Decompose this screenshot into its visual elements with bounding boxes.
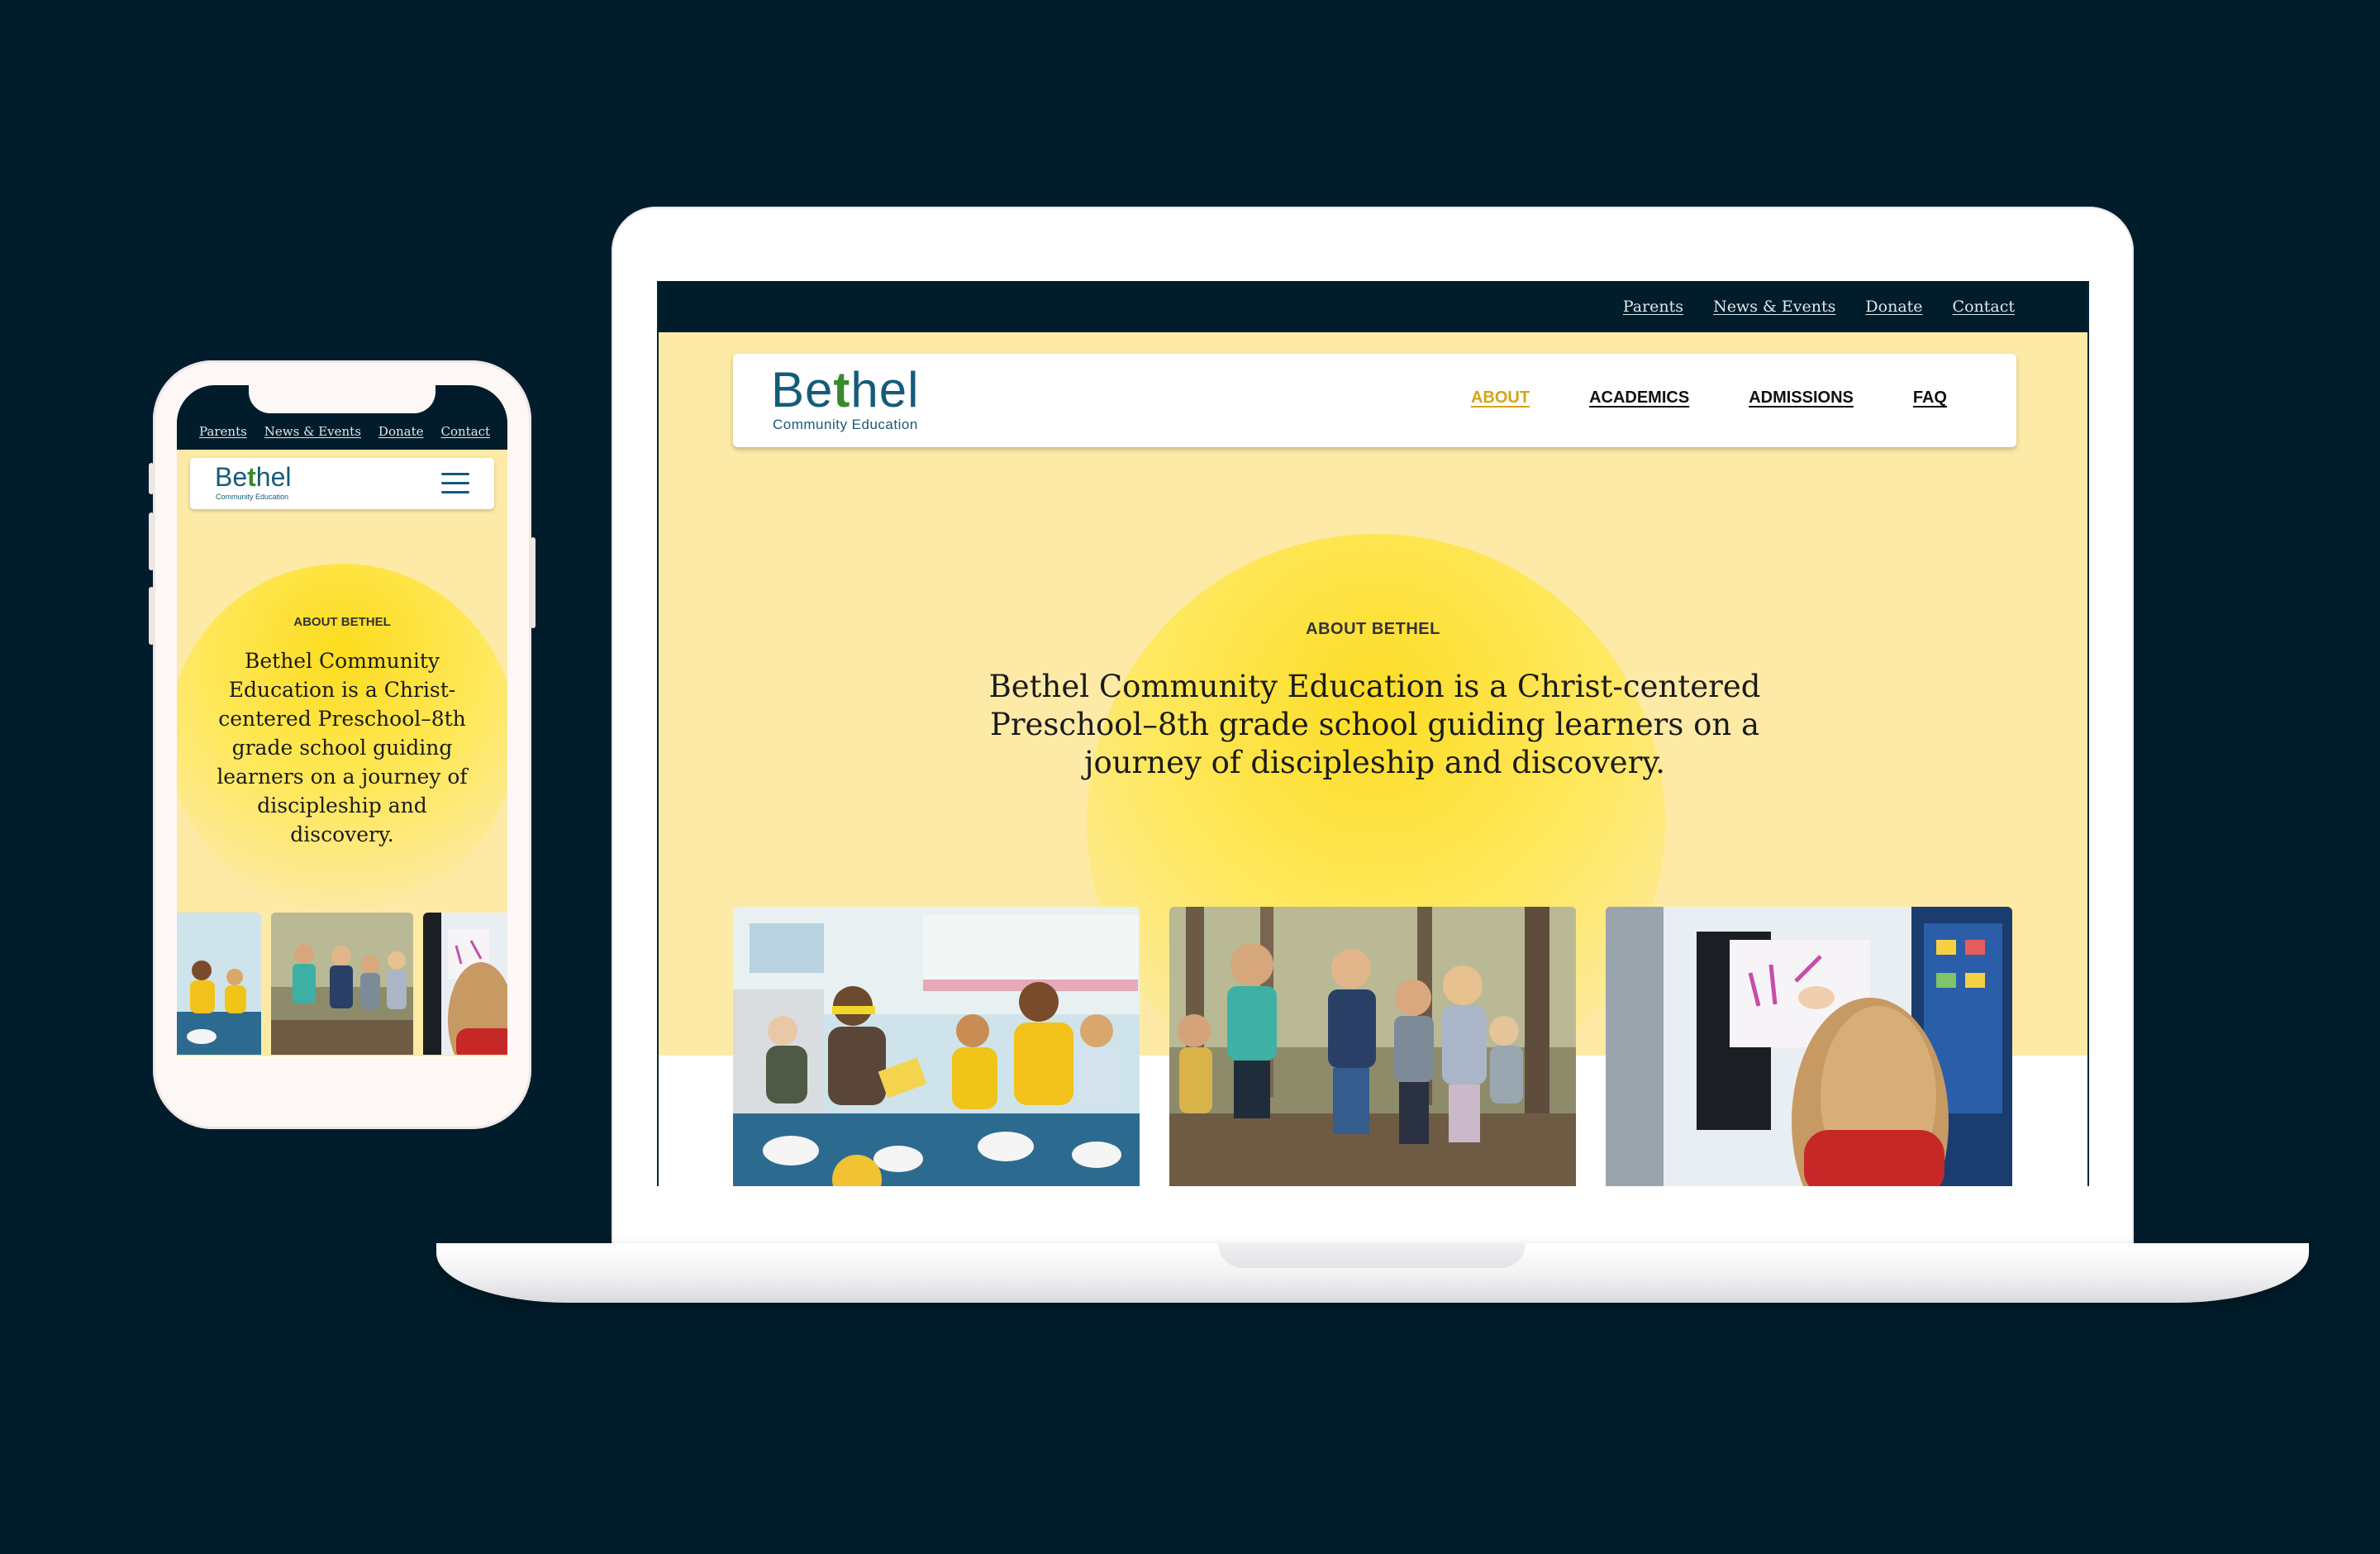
logo-tagline: Community Education: [216, 493, 289, 501]
nav-academics[interactable]: ACADEMICS: [1589, 388, 1689, 408]
nav-about[interactable]: ABOUT: [1471, 388, 1530, 408]
logo-text-1: Be: [771, 362, 834, 417]
hero-eyebrow: ABOUT BETHEL: [1306, 620, 1440, 638]
site-header-mobile: Bethel Community Education: [190, 458, 494, 509]
link-news-events[interactable]: News & Events: [264, 424, 361, 439]
utility-links-mobile: Parents News & Events Donate Contact: [199, 424, 490, 439]
link-donate[interactable]: Donate: [378, 424, 424, 439]
link-news-events[interactable]: News & Events: [1713, 298, 1835, 316]
white-band: [177, 1056, 507, 1058]
link-contact[interactable]: Contact: [1953, 298, 2015, 316]
link-donate[interactable]: Donate: [1865, 298, 1922, 316]
laptop-notch: [1218, 1243, 1526, 1268]
classroom-reading-photo: [733, 907, 1140, 1186]
hero-headline: Bethel Community Education is a Christ-c…: [988, 669, 1761, 780]
utility-links: Parents News & Events Donate Contact: [1623, 298, 2015, 316]
logo[interactable]: Bethel: [215, 461, 292, 493]
hero-eyebrow: ABOUT BETHEL: [293, 615, 391, 629]
phone-button: [149, 463, 154, 494]
whiteboard-writing-photo: [423, 913, 507, 1055]
laptop-screen: Parents News & Events Donate Contact Bet…: [657, 281, 2089, 1186]
logo-cross: t: [833, 362, 851, 417]
hero-headline: Bethel Community Education is a Christ-c…: [217, 649, 468, 846]
forest-walk-photo: [271, 913, 413, 1055]
phone-button: [149, 587, 154, 645]
logo-text-2: hel: [850, 362, 920, 417]
nav-admissions[interactable]: ADMISSIONS: [1749, 388, 1854, 408]
classroom-reading-photo: [177, 913, 261, 1055]
logo-text-2: hel: [255, 462, 292, 492]
logo[interactable]: Bethel: [771, 360, 919, 420]
link-parents[interactable]: Parents: [1623, 298, 1683, 316]
utility-bar: Parents News & Events Donate Contact: [659, 281, 2087, 332]
link-parents[interactable]: Parents: [199, 424, 247, 439]
forest-walk-photo: [1169, 907, 1576, 1186]
logo-tagline: Community Education: [773, 417, 918, 432]
logo-cross: t: [247, 462, 256, 492]
site-header: Bethel Community Education ABOUT ACADEMI…: [733, 354, 2016, 447]
phone-button: [149, 512, 154, 570]
link-contact[interactable]: Contact: [441, 424, 491, 439]
main-nav: ABOUT ACADEMICS ADMISSIONS FAQ: [1471, 388, 1947, 408]
phone-notch: [249, 385, 436, 413]
phone-screen: Parents News & Events Donate Contact Bet…: [177, 385, 507, 1058]
whiteboard-writing-photo: [1606, 907, 2012, 1186]
logo-text-1: Be: [215, 462, 248, 492]
nav-faq[interactable]: FAQ: [1913, 388, 1947, 408]
hamburger-menu-icon[interactable]: [441, 473, 469, 494]
phone-button: [531, 537, 536, 628]
